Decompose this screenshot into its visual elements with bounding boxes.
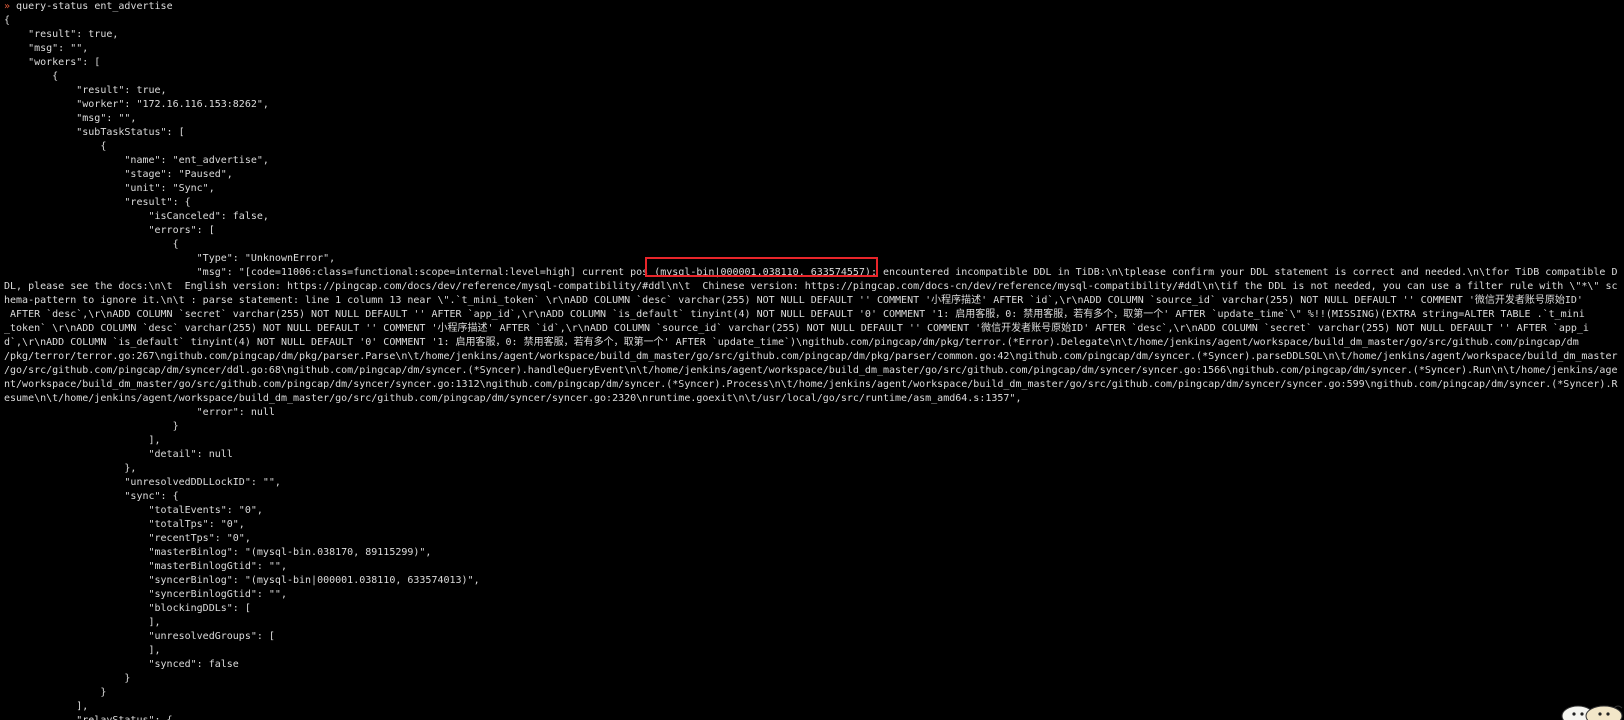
output-line: AFTER `desc`,\r\nADD COLUMN `secret` var… [4, 309, 1585, 320]
output-line: "result": { [4, 197, 191, 208]
output-line: { [4, 141, 107, 152]
terminal-window[interactable]: » query-status ent_advertise { "result":… [0, 0, 1624, 720]
output-line: d`,\r\nADD COLUMN `is_default` tinyint(4… [4, 337, 1579, 348]
output-line: "unresolvedGroups": [ [4, 631, 275, 642]
output-line: "relayStatus": { [4, 714, 1624, 720]
output-line: ], [4, 617, 161, 628]
output-line: } [4, 673, 131, 684]
output-line: "Type": "UnknownError", [4, 253, 336, 264]
output-line: "subTaskStatus": [ [4, 127, 185, 138]
output-line: "msg": "", [4, 113, 137, 124]
command-line: » query-status ent_advertise [4, 0, 1624, 14]
output-line: }, [4, 463, 137, 474]
output-line: "workers": [ [4, 57, 101, 68]
output-line: "result": true, [4, 29, 119, 40]
output-line: ], [4, 435, 161, 446]
command-text: query-status ent_advertise [10, 1, 173, 12]
output-line: "name": "ent_advertise", [4, 155, 269, 166]
output-line: "syncerBinlogGtid": "", [4, 589, 287, 600]
output-line: } [4, 687, 107, 698]
output-line: { [4, 71, 59, 82]
output-line: "totalEvents": "0", [4, 505, 263, 516]
cartoon-avatar-icon [1561, 705, 1623, 720]
output-line: "msg": "[code=11006:class=functional:sco… [4, 267, 1618, 278]
output-line: "sync": { [4, 491, 179, 502]
output-line: "errors": [ [4, 225, 215, 236]
output-line: "masterBinlogGtid": "", [4, 561, 287, 572]
output-line: DL, please see the docs:\n\t English ver… [4, 281, 1618, 292]
output-line: { [4, 239, 179, 250]
output-line: /pkg/terror/terror.go:267\ngithub.com/pi… [4, 351, 1618, 362]
output-line: { [4, 15, 11, 26]
terminal-output: { "result": true, "msg": "", "workers": … [4, 14, 1624, 720]
output-line: "error": null [4, 407, 275, 418]
output-line: _token` \r\nADD COLUMN `desc` varchar(25… [4, 323, 1589, 334]
output-line: ], [4, 645, 161, 656]
output-line: hema-pattern to ignore it.\n\t : parse s… [4, 295, 1583, 306]
output-line: "stage": "Paused", [4, 169, 233, 180]
output-line: "blockingDDLs": [ [4, 603, 251, 614]
output-line: ], [4, 701, 89, 712]
output-line: "result": true, [4, 85, 167, 96]
output-line: "synced": false [4, 659, 239, 670]
output-line: "syncerBinlog": "(mysql-bin|000001.03811… [4, 575, 480, 586]
output-line: "recentTps": "0", [4, 533, 251, 544]
output-line: "totalTps": "0", [4, 519, 245, 530]
output-line: "unresolvedDDLLockID": "", [4, 477, 281, 488]
output-line: } [4, 421, 179, 432]
output-line: "detail": null [4, 449, 233, 460]
output-line: "isCanceled": false, [4, 211, 269, 222]
output-line: "masterBinlog": "(mysql-bin.038170, 8911… [4, 547, 432, 558]
output-line: nt/workspace/build_dm_master/go/src/gith… [4, 379, 1618, 390]
output-line: "msg": "", [4, 43, 89, 54]
output-line: /go/src/github.com/pingcap/dm/syncer/ddl… [4, 365, 1618, 376]
output-line: "worker": "172.16.116.153:8262", [4, 99, 269, 110]
output-line: esume\n\t/home/jenkins/agent/workspace/b… [4, 393, 1022, 404]
output-line: "unit": "Sync", [4, 183, 215, 194]
